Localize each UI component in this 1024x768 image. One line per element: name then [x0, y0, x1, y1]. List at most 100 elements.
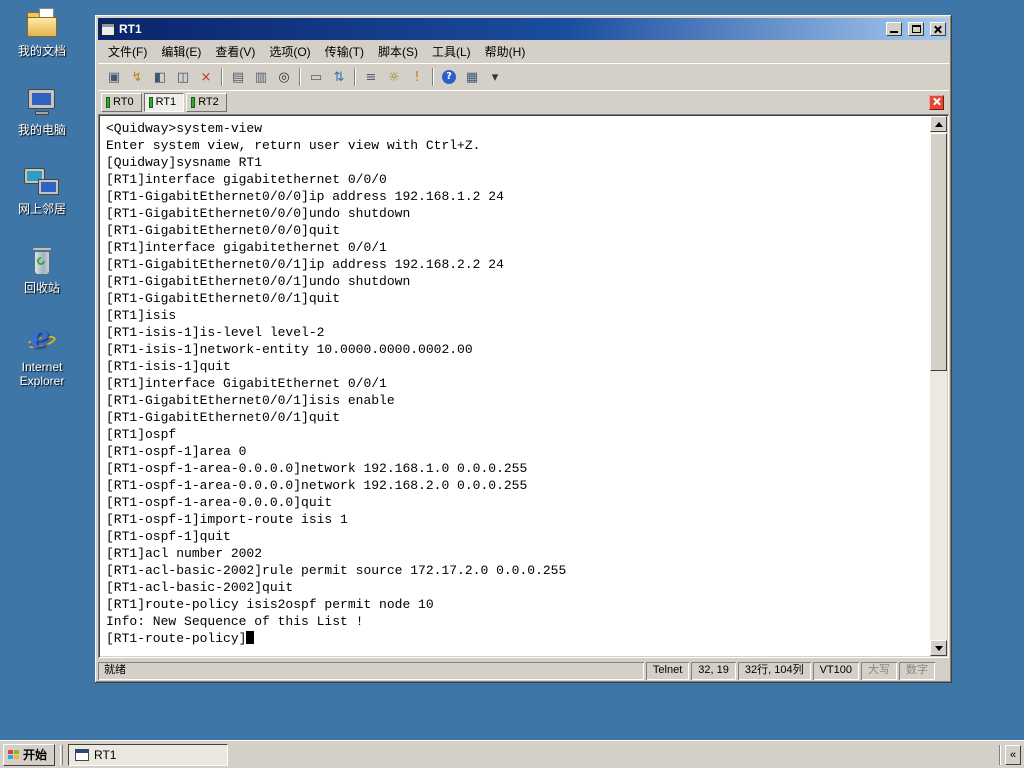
my-computer-icon — [23, 85, 61, 121]
disconnect-icon-glyph: × — [200, 69, 212, 85]
toolbar-separator — [432, 68, 434, 86]
copy-icon[interactable]: ▤ — [227, 66, 249, 88]
transfer-icon-glyph: ⇅ — [333, 69, 345, 85]
monitor-base-shape — [35, 111, 49, 115]
connect-icon-glyph: ▣ — [107, 69, 121, 85]
reconnect-icon[interactable]: ◫ — [172, 66, 194, 88]
toolbar-overflow-icon-glyph: ▾ — [491, 69, 499, 85]
session-tab-label: RT2 — [198, 96, 219, 108]
menu-item-1[interactable]: 编辑(E) — [154, 40, 208, 63]
window-title: RT1 — [119, 22, 142, 36]
tray-chevron-button[interactable]: « — [1005, 744, 1021, 765]
session-tab-rt0[interactable]: RT0 — [101, 92, 142, 112]
connect-icon[interactable]: ▣ — [103, 66, 125, 88]
status-cursor-position: 32, 19 — [691, 662, 736, 680]
session-tab-label: RT0 — [113, 96, 134, 108]
internet-explorer-icon: e — [23, 320, 61, 358]
recycle-bin-icon — [23, 243, 61, 279]
connected-led-icon — [191, 96, 196, 108]
desktop-icon-label: 回收站 — [23, 281, 60, 295]
terminal-area[interactable]: <Quidway>system-view Enter system view, … — [98, 114, 949, 658]
desktop-icon-label: 我的电脑 — [17, 123, 66, 137]
transfer-icon[interactable]: ⇅ — [328, 66, 350, 88]
network-places-icon — [23, 164, 61, 200]
print-icon[interactable]: ▭ — [305, 66, 327, 88]
scroll-up-icon — [934, 118, 943, 127]
menu-item-0[interactable]: 文件(F) — [101, 40, 154, 63]
connect-in-tab-icon[interactable]: ◧ — [149, 66, 171, 88]
status-message: 就绪 — [98, 662, 644, 680]
session-tab-rt1[interactable]: RT1 — [143, 92, 185, 112]
toolbar-separator — [299, 68, 301, 86]
keymap-icon-glyph: ≡ — [365, 69, 377, 85]
desktop-icon-network-places[interactable]: 网上邻居 — [6, 164, 78, 216]
toolbar-separator — [221, 68, 223, 86]
start-button[interactable]: 开始 — [3, 743, 56, 766]
desktop-icon-my-documents[interactable]: 我的文档 — [6, 6, 78, 58]
menu-item-7[interactable]: 帮助(H) — [478, 40, 533, 63]
status-bar: 就绪 Telnet 32, 19 32行, 104列 VT100 大写 数字 — [98, 658, 949, 680]
tabs: RT0 RT1 RT2 — [101, 92, 229, 113]
properties-icon[interactable]: ▦ — [461, 66, 483, 88]
terminal-window: RT1 文件(F) 编辑(E) 查看(V) 选项(O) 传输(T) 脚本(S) 工具(L) 帮… — [95, 15, 952, 683]
taskbar: 开始 RT1 « — [0, 740, 1024, 768]
menu-item-4[interactable]: 传输(T) — [318, 40, 371, 63]
help-icon[interactable]: ? — [438, 66, 460, 88]
status-terminal-size: 32行, 104列 — [738, 662, 811, 680]
disconnect-icon[interactable]: × — [195, 66, 217, 88]
ie-letter-shape: e — [30, 320, 50, 355]
toolbar-overflow-icon[interactable]: ▾ — [484, 66, 506, 88]
terminal-app-icon — [101, 22, 115, 36]
menu-bar: 文件(F) 编辑(E) 查看(V) 选项(O) 传输(T) 脚本(S) 工具(L) 帮助(H) — [98, 40, 949, 63]
menu-item-3[interactable]: 选项(O) — [262, 40, 317, 63]
minimize-button[interactable] — [886, 22, 902, 36]
maximize-button[interactable] — [908, 22, 924, 36]
reconnect-icon-glyph: ◫ — [176, 69, 190, 85]
scroll-up-button[interactable] — [930, 116, 947, 132]
scroll-thumb[interactable] — [930, 133, 947, 371]
connected-led-icon — [148, 96, 153, 108]
paste-icon-glyph: ▥ — [254, 69, 268, 85]
toolbar-separator — [354, 68, 356, 86]
quick-connect-icon-glyph: ↯ — [131, 69, 143, 85]
close-button[interactable] — [930, 22, 946, 36]
tab-bar: RT0 RT1 RT2 — [98, 90, 949, 114]
desktop-icon-internet-explorer[interactable]: e Internet Explorer — [6, 320, 78, 388]
folder-shape — [27, 17, 57, 37]
session-tab-rt2[interactable]: RT2 — [186, 92, 227, 112]
session-tab-label: RT1 — [155, 96, 177, 108]
print-icon-glyph: ▭ — [309, 69, 323, 85]
run-script-icon[interactable]: ! — [406, 66, 428, 88]
terminal-output[interactable]: <Quidway>system-view Enter system view, … — [100, 116, 930, 656]
maximize-icon — [912, 25, 921, 33]
menu-item-2[interactable]: 查看(V) — [208, 40, 262, 63]
vertical-scrollbar[interactable] — [930, 116, 947, 656]
desktop-icons: 我的文档我的电脑网上邻居回收站 e Internet Explorer — [6, 6, 78, 415]
quick-connect-icon[interactable]: ↯ — [126, 66, 148, 88]
taskbar-task-rt1[interactable]: RT1 — [68, 743, 229, 766]
desktop-icon-recycle-bin[interactable]: 回收站 — [6, 243, 78, 295]
keymap-icon[interactable]: ≡ — [360, 66, 382, 88]
find-icon[interactable]: ◎ — [273, 66, 295, 88]
menu-item-5[interactable]: 脚本(S) — [371, 40, 425, 63]
screen-shape — [41, 182, 56, 192]
menu-item-6[interactable]: 工具(L) — [425, 40, 478, 63]
desktop-icon-my-computer[interactable]: 我的电脑 — [6, 85, 78, 137]
taskbar-grip — [60, 744, 64, 765]
connect-in-tab-icon-glyph: ◧ — [153, 69, 167, 85]
desktop-icon-label: 我的文档 — [17, 44, 66, 58]
paste-icon[interactable]: ▥ — [250, 66, 272, 88]
desktop-icon-label: 网上邻居 — [17, 202, 66, 216]
find-icon-glyph: ◎ — [278, 69, 290, 85]
scroll-down-button[interactable] — [930, 640, 947, 656]
session-options-icon-glyph: ☼ — [388, 69, 400, 85]
resize-grip — [937, 662, 949, 680]
tab-close-button[interactable] — [929, 95, 944, 110]
run-script-icon-glyph: ! — [414, 69, 420, 85]
titlebar[interactable]: RT1 — [98, 18, 949, 40]
my-documents-icon — [23, 6, 61, 42]
task-list: RT1 — [68, 743, 229, 766]
session-options-icon[interactable]: ☼ — [383, 66, 405, 88]
status-protocol: Telnet — [646, 662, 689, 680]
system-tray: « — [999, 744, 1021, 766]
